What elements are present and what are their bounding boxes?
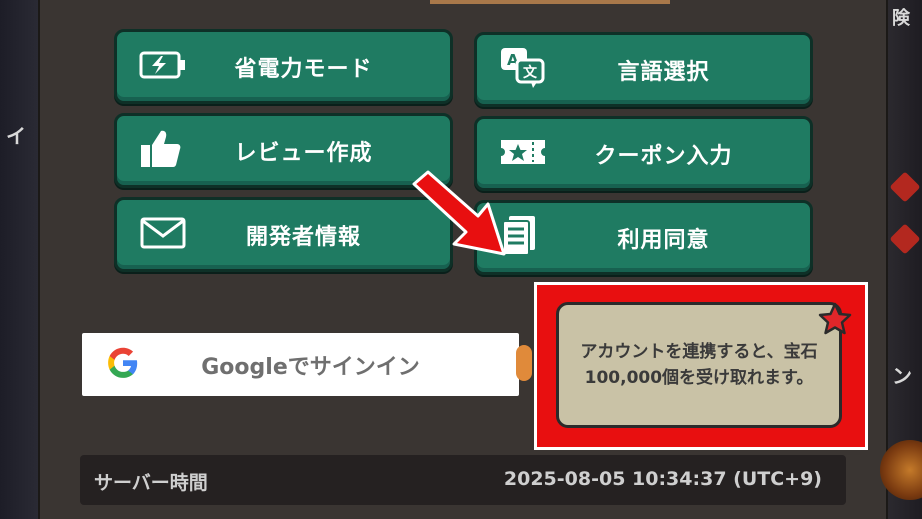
- header-divider: [430, 0, 670, 4]
- google-signin-label: Googleでサインイン: [201, 354, 420, 380]
- server-time-label: サーバー時間: [94, 472, 208, 494]
- terms-button[interactable]: 利用同意: [474, 200, 813, 275]
- reward-callout-text: アカウントを連携すると、宝石100,000個を受け取れます。: [580, 342, 818, 388]
- developer-info-button[interactable]: 開発者情報: [114, 197, 453, 272]
- red-marker-icon: [889, 171, 921, 203]
- power-save-button[interactable]: 省電力モード: [114, 29, 453, 104]
- left-background: イ: [0, 0, 38, 519]
- coupon-button[interactable]: クーポン入力: [474, 116, 813, 191]
- language-label: 言語選択: [617, 59, 710, 85]
- reward-callout: アカウントを連携すると、宝石100,000個を受け取れます。: [556, 302, 842, 428]
- review-label: レビュー作成: [234, 140, 373, 166]
- left-side-text: イ: [6, 124, 26, 148]
- red-marker-icon: [889, 223, 921, 255]
- language-button[interactable]: A 文 言語選択: [474, 32, 813, 107]
- decoration: [516, 345, 532, 381]
- red-arrow-icon: [412, 170, 506, 256]
- right-top-text: 険: [892, 8, 910, 29]
- review-button[interactable]: レビュー作成: [114, 113, 453, 188]
- google-signin-button[interactable]: Googleでサインイン: [82, 333, 519, 396]
- terms-label: 利用同意: [617, 227, 710, 253]
- right-side-text: ン: [892, 364, 912, 388]
- coupon-label: クーポン入力: [594, 143, 733, 169]
- star-icon: [818, 302, 852, 335]
- server-time-value: 2025-08-05 10:34:37 (UTC+9): [503, 468, 822, 490]
- power-save-label: 省電力モード: [234, 56, 373, 82]
- game-screen: イ 険 ン 省電力モード A 文 言語選択 レビュー作成 クーポン入力 開発者情…: [0, 0, 922, 519]
- server-time-bar: サーバー時間 2025-08-05 10:34:37 (UTC+9): [80, 455, 846, 505]
- developer-info-label: 開発者情報: [245, 224, 361, 250]
